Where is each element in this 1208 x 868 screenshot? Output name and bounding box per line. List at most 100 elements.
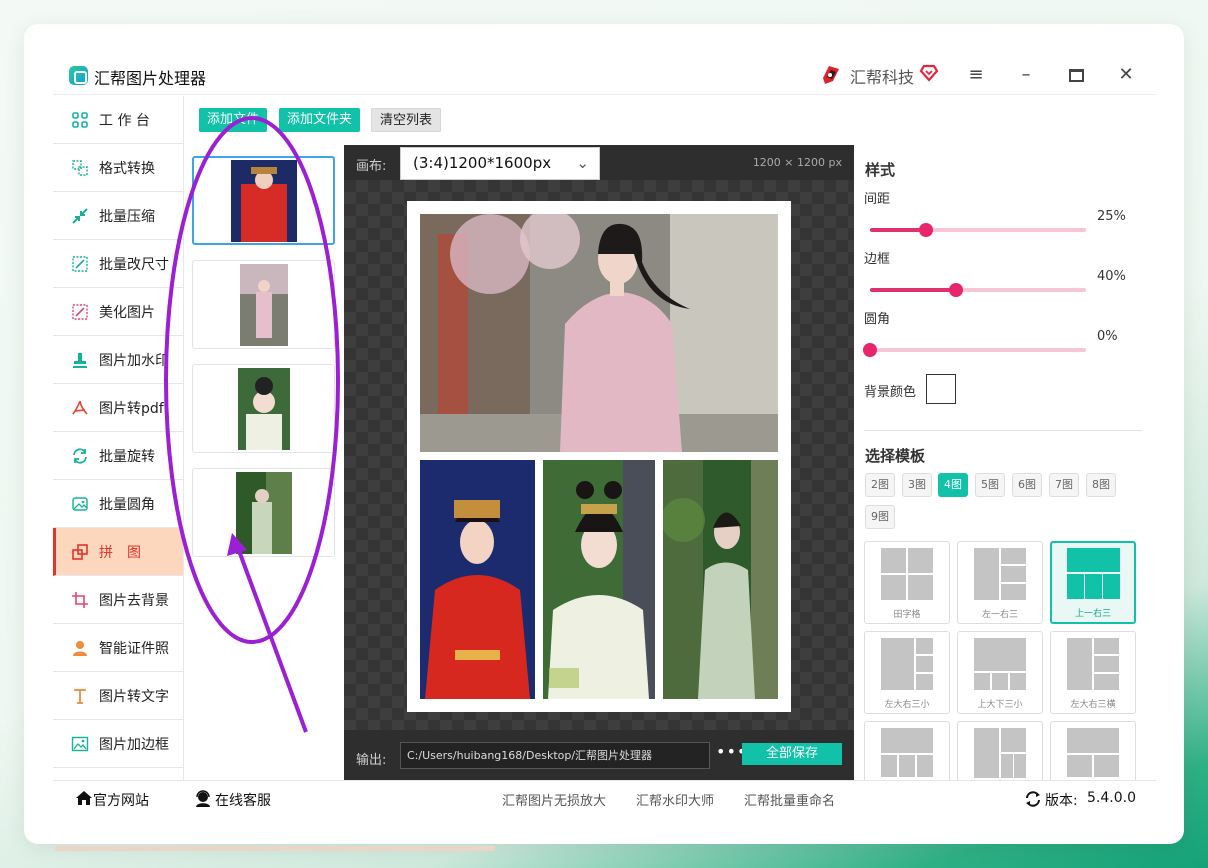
sidebar-item-puzzle[interactable]: 拼 图: [53, 528, 183, 576]
sidebar-item-label: 图片转文字: [99, 688, 169, 705]
canvas-size-select[interactable]: (3:4)1200*1600px ⌄: [400, 147, 600, 180]
app-title: 汇帮图片处理器: [94, 69, 207, 88]
sidebar-item-watermark[interactable]: 图片加水印: [53, 336, 183, 384]
template-name: 左大右三小: [884, 700, 930, 710]
canvas-label: 画布:: [356, 159, 387, 174]
version-number: 5.4.0.0: [1087, 790, 1136, 806]
chevron-down-icon: ⌄: [576, 154, 589, 172]
add-folder-button[interactable]: 添加文件夹: [279, 108, 361, 132]
output-path-field[interactable]: C:/Users/huibang168/Desktop/汇帮图片处理器: [400, 742, 710, 769]
collage-photo-3[interactable]: [663, 460, 778, 699]
count-chip-4[interactable]: 4图: [938, 473, 968, 497]
title-bar: 汇帮图片处理器 汇帮科技 ≡ – ✕: [53, 53, 1156, 95]
template-grid-four[interactable]: 田字格: [864, 541, 950, 624]
file-thumbnail-4[interactable]: [192, 468, 335, 557]
radius-slider[interactable]: [863, 343, 1086, 357]
file-thumbnail-2[interactable]: [192, 260, 335, 349]
footer: 官方网站 在线客服 汇帮图片无损放大 汇帮水印大师 汇帮批量重命名 版本: 5.…: [53, 780, 1156, 815]
text-icon: [74, 688, 86, 704]
template-left-big-right-three-small[interactable]: 左大右三小: [864, 631, 950, 714]
menu-icon[interactable]: ≡: [963, 62, 989, 88]
collage-photo-top[interactable]: [420, 214, 778, 452]
slider-knob[interactable]: [919, 223, 934, 237]
brand-logo-icon: [823, 66, 839, 84]
sidebar-item-batch-rotate[interactable]: 批量旋转: [53, 432, 183, 480]
minimize-icon[interactable]: –: [1013, 62, 1039, 88]
border-slider[interactable]: [870, 283, 1086, 297]
count-chip-3[interactable]: 3图: [902, 473, 932, 497]
count-chip-5[interactable]: 5图: [975, 473, 1005, 497]
template-more-2[interactable]: [957, 721, 1043, 780]
spacing-slider[interactable]: [870, 223, 1086, 237]
sidebar-item-add-frame[interactable]: 图片加边框: [53, 720, 183, 768]
thumbnail-image: [239, 263, 288, 346]
canvas-header: 画布: (3:4)1200*1600px ⌄ 1200 × 1200 px: [344, 145, 854, 180]
template-name: 上大下三小: [977, 700, 1023, 710]
sidebar-item-to-text[interactable]: 图片转文字: [53, 672, 183, 720]
vip-heart-icon[interactable]: [919, 64, 939, 82]
slider-knob[interactable]: [949, 283, 964, 297]
close-icon[interactable]: ✕: [1113, 62, 1139, 88]
template-name: 田字格: [893, 610, 921, 620]
sidebar-item-format-convert[interactable]: 格式转换: [53, 144, 183, 192]
frame-icon: [71, 736, 89, 751]
thumbnail-image: [237, 367, 290, 450]
round-corner-icon: [72, 496, 88, 511]
maximize-icon[interactable]: [1063, 62, 1089, 88]
thumbnail-image: [235, 471, 292, 554]
clear-list-button[interactable]: 清空列表: [371, 108, 442, 132]
file-thumbnail-1[interactable]: [192, 156, 335, 245]
sidebar-item-batch-compress[interactable]: 批量压缩: [53, 192, 183, 240]
thumbnail-image: [230, 159, 297, 242]
sidebar-item-batch-resize[interactable]: 批量改尺寸: [53, 240, 183, 288]
count-chip-9[interactable]: 9图: [865, 505, 895, 529]
slider-knob[interactable]: [863, 343, 877, 357]
file-thumbnail-3[interactable]: [192, 364, 335, 453]
template-more-3[interactable]: [1050, 721, 1136, 780]
template-top-one-bottom-three[interactable]: 上一右三: [1050, 541, 1136, 624]
template-more-1[interactable]: [864, 721, 950, 780]
background-color-swatch[interactable]: [926, 374, 956, 404]
footer-link-watermark[interactable]: 汇帮水印大师: [636, 790, 714, 809]
radius-value: 0%: [1097, 329, 1118, 344]
toolbar: 添加文件 添加文件夹 清空列表: [185, 96, 1156, 144]
sidebar-item-beautify[interactable]: 美化图片: [53, 288, 183, 336]
template-left-big-right-three-horizontal[interactable]: 左大右三横: [1050, 631, 1136, 714]
grid-icon: [72, 111, 88, 128]
footer-link-upscale[interactable]: 汇帮图片无损放大: [502, 790, 606, 809]
official-site-link[interactable]: 官方网站: [93, 790, 149, 810]
person-icon: [73, 640, 87, 656]
collage-photo-2[interactable]: [543, 460, 655, 699]
sidebar-item-label: 图片去背景: [99, 592, 169, 609]
save-all-button[interactable]: 全部保存: [742, 743, 842, 765]
file-list: [185, 144, 343, 780]
background-color-label: 背景颜色: [864, 385, 917, 400]
collage-photo-1[interactable]: [420, 460, 535, 699]
customer-service-icon: [196, 790, 210, 807]
radius-label: 圆角: [864, 312, 891, 327]
convert-icon: [72, 159, 88, 176]
home-icon: [76, 791, 92, 805]
sidebar-item-remove-background[interactable]: 图片去背景: [53, 576, 183, 624]
rotate-icon: [73, 447, 87, 464]
canvas-workspace: [344, 180, 854, 730]
count-chip-2[interactable]: 2图: [865, 473, 895, 497]
sidebar-item-to-pdf[interactable]: 图片转pdf: [53, 384, 183, 432]
divider: [864, 430, 1142, 431]
online-support-link[interactable]: 在线客服: [215, 790, 271, 810]
count-chip-8[interactable]: 8图: [1086, 473, 1116, 497]
count-chip-6[interactable]: 6图: [1012, 473, 1042, 497]
spacing-label: 间距: [864, 192, 891, 207]
resize-icon: [72, 255, 88, 272]
template-left-one-right-three[interactable]: 左一右三: [957, 541, 1043, 624]
output-label: 输出:: [356, 753, 387, 768]
add-file-button[interactable]: 添加文件: [199, 108, 268, 132]
sidebar-item-workbench[interactable]: 工 作 台: [53, 96, 183, 144]
settings-panel: 样式 间距 25% 边框 40% 圆角 0% 背景颜色 选择模板 2图 3图 4…: [855, 145, 1156, 780]
template-top-big-bottom-three-small[interactable]: 上大下三小: [957, 631, 1043, 714]
refresh-icon[interactable]: [1025, 791, 1041, 807]
count-chip-7[interactable]: 7图: [1049, 473, 1079, 497]
footer-link-rename[interactable]: 汇帮批量重命名: [744, 790, 835, 809]
sidebar-item-id-photo[interactable]: 智能证件照: [53, 624, 183, 672]
sidebar-item-batch-round-corner[interactable]: 批量圆角: [53, 480, 183, 528]
